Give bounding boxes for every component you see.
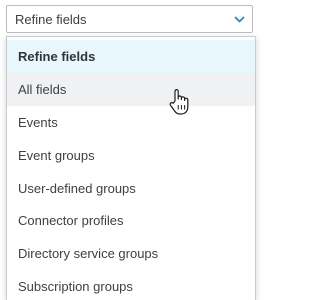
hand-pointer-icon [168,88,192,116]
option-user-defined-groups[interactable]: User-defined groups [7,172,255,205]
dropdown-menu: Refine fields All fields Events Event gr… [6,36,256,300]
option-refine-fields[interactable]: Refine fields [7,40,255,73]
option-event-groups[interactable]: Event groups [7,139,255,172]
option-connector-profiles[interactable]: Connector profiles [7,204,255,237]
chevron-down-icon[interactable] [234,14,245,25]
refine-fields-dropdown-widget: Refine fields Refine fields All fields E… [0,0,260,300]
select-value: Refine fields [15,12,87,27]
refine-fields-select[interactable]: Refine fields [6,5,253,33]
option-subscription-groups[interactable]: Subscription groups [7,270,255,300]
option-events[interactable]: Events [7,106,255,139]
option-all-fields[interactable]: All fields [7,73,255,106]
option-directory-service-groups[interactable]: Directory service groups [7,237,255,270]
